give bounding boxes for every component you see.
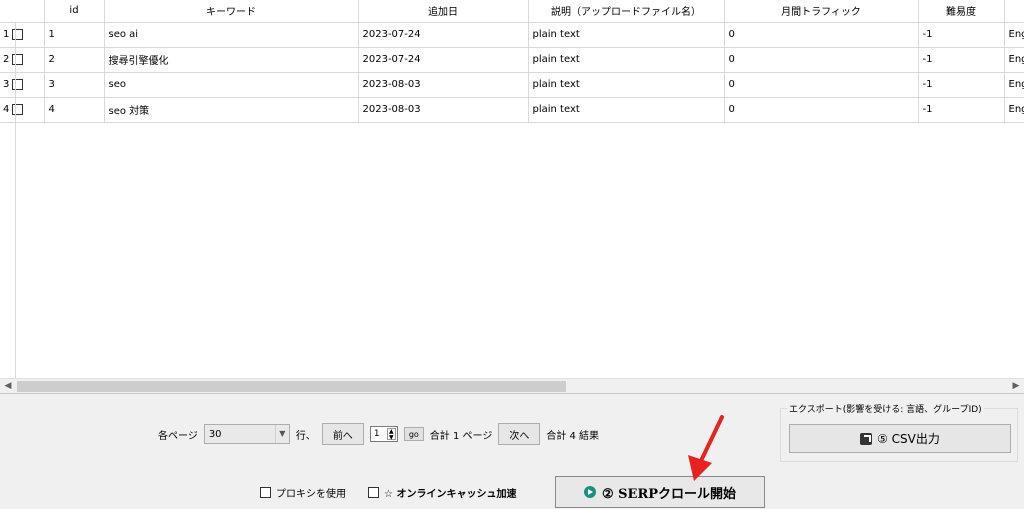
- column-header-language[interactable]: [1004, 0, 1024, 23]
- horizontal-scrollbar[interactable]: ◀ ▶: [0, 378, 1024, 393]
- pagination-bar: 各ページ 30 ▼ 行、 前へ 1 ▲ ▼ go 合計 1 ページ 次へ 合計 4…: [158, 422, 605, 446]
- per-page-label: 各ページ: [158, 430, 198, 442]
- table-header-row: id キーワード 追加日 説明（アップロードファイル名） 月間トラフィック 難易…: [0, 0, 1024, 23]
- scroll-right-icon[interactable]: ▶: [1008, 379, 1024, 394]
- cell-keyword: seo ai: [104, 22, 359, 48]
- cell-description: plain text: [528, 47, 725, 73]
- column-header-id[interactable]: id: [44, 0, 105, 23]
- cell-keyword: seo: [104, 72, 359, 98]
- cell-id: 2: [44, 47, 105, 73]
- start-serp-crawl-label: ② SERPクロール開始: [601, 486, 737, 502]
- results-table: id キーワード 追加日 説明（アップロードファイル名） 月間トラフィック 難易…: [0, 0, 1024, 123]
- cell-difficulty: -1: [918, 97, 1005, 123]
- cell-keyword: 搜尋引擎優化: [104, 47, 359, 73]
- cell-traffic: 0: [724, 47, 919, 73]
- cell-language: Eng: [1004, 97, 1024, 123]
- scroll-left-icon[interactable]: ◀: [0, 379, 16, 394]
- total-pages-label: 合計 1 ページ: [429, 430, 493, 442]
- table-row[interactable]: 2 2 搜尋引擎優化 2023-07-24 plain text 0 -1 En…: [0, 47, 1024, 73]
- results-grid: id キーワード 追加日 説明（アップロードファイル名） 月間トラフィック 難易…: [0, 0, 1024, 394]
- per-page-value: 30: [208, 428, 222, 440]
- spin-updown-icon[interactable]: ▲ ▼: [386, 428, 396, 441]
- annotation-arrow-icon: [688, 415, 724, 481]
- checkbox-box[interactable]: [260, 486, 271, 498]
- cell-language: Eng: [1004, 47, 1024, 73]
- cell-description: plain text: [528, 72, 725, 98]
- cell-date: 2023-07-24: [358, 47, 529, 73]
- use-proxy-checkbox[interactable]: プロキシを使用: [260, 485, 346, 500]
- cell-traffic: 0: [724, 72, 919, 98]
- scrollbar-thumb[interactable]: [17, 381, 566, 392]
- column-header-keyword[interactable]: キーワード: [104, 0, 359, 23]
- cell-difficulty: -1: [918, 72, 1005, 98]
- cell-difficulty: -1: [918, 22, 1005, 48]
- export-icon: [860, 432, 873, 445]
- rows-label: 行、: [295, 430, 316, 442]
- cell-id: 3: [44, 72, 105, 98]
- cell-difficulty: -1: [918, 47, 1005, 73]
- export-group-legend: エクスポート(影響を受ける: 言語、グループID): [787, 402, 984, 415]
- prev-page-button[interactable]: 前へ: [321, 423, 364, 445]
- cell-description: plain text: [528, 97, 725, 123]
- cell-date: 2023-08-03: [358, 97, 529, 123]
- page-number-value: 1: [373, 429, 380, 439]
- column-header-rownum: [0, 0, 45, 23]
- row-header-gutter: [0, 22, 16, 378]
- start-serp-crawl-button[interactable]: ② SERPクロール開始: [555, 476, 765, 508]
- cell-traffic: 0: [724, 22, 919, 48]
- checkbox-box[interactable]: [368, 486, 379, 498]
- cell-description: plain text: [528, 22, 725, 48]
- per-page-select[interactable]: 30 ▼: [203, 424, 290, 444]
- cell-id: 4: [44, 97, 105, 123]
- play-icon: [583, 486, 596, 498]
- column-header-traffic[interactable]: 月間トラフィック: [724, 0, 919, 23]
- column-header-difficulty[interactable]: 難易度: [918, 0, 1005, 23]
- total-results-label: 合計 4 結果: [546, 430, 600, 442]
- cell-language: Eng: [1004, 22, 1024, 48]
- cell-id: 1: [44, 22, 105, 48]
- column-header-date[interactable]: 追加日: [358, 0, 529, 23]
- cell-language: Eng: [1004, 72, 1024, 98]
- csv-export-button[interactable]: ⑤ CSV出力: [789, 424, 1011, 453]
- page-number-spinbox[interactable]: 1 ▲ ▼: [369, 426, 398, 442]
- cell-date: 2023-07-24: [358, 22, 529, 48]
- use-proxy-label: プロキシを使用: [276, 488, 346, 500]
- csv-export-label: ⑤ CSV出力: [877, 432, 940, 446]
- export-group: エクスポート(影響を受ける: 言語、グループID) ⑤ CSV出力: [780, 402, 1018, 462]
- online-cache-label: ☆ オンラインキャッシュ加速: [384, 488, 517, 500]
- results-table-viewport: id キーワード 追加日 説明（アップロードファイル名） 月間トラフィック 難易…: [0, 0, 1024, 378]
- online-cache-checkbox[interactable]: ☆ オンラインキャッシュ加速: [368, 485, 516, 500]
- table-row[interactable]: 1 1 seo ai 2023-07-24 plain text 0 -1 En…: [0, 22, 1024, 48]
- cell-traffic: 0: [724, 97, 919, 123]
- table-row[interactable]: 4 4 seo 対策 2023-08-03 plain text 0 -1 En…: [0, 97, 1024, 123]
- next-page-button[interactable]: 次へ: [498, 423, 541, 445]
- go-button[interactable]: go: [403, 427, 424, 441]
- cell-date: 2023-08-03: [358, 72, 529, 98]
- options-row: プロキシを使用 ☆ オンラインキャッシュ加速: [260, 481, 538, 503]
- table-row[interactable]: 3 3 seo 2023-08-03 plain text 0 -1 Eng: [0, 72, 1024, 98]
- cell-keyword: seo 対策: [104, 97, 359, 123]
- column-header-description[interactable]: 説明（アップロードファイル名）: [528, 0, 725, 23]
- chevron-down-icon[interactable]: ▼: [274, 425, 289, 443]
